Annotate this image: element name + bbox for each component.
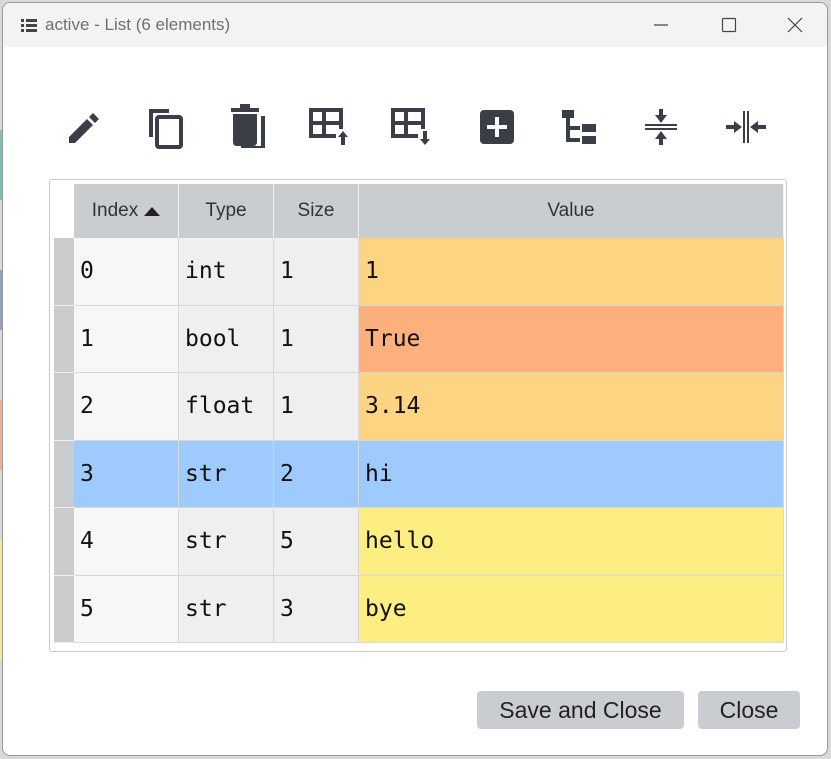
row-header[interactable]: [54, 440, 74, 508]
cell-index[interactable]: 3: [74, 440, 179, 508]
insert-row-below-icon: [391, 108, 432, 147]
close-button[interactable]: Close: [698, 691, 800, 729]
tree-view-button[interactable]: [556, 103, 604, 151]
row-header[interactable]: [54, 373, 74, 441]
row-header[interactable]: [54, 305, 74, 373]
title-bar[interactable]: active - List (6 elements): [3, 3, 827, 47]
cell-type[interactable]: str: [179, 575, 274, 643]
delete-icon: [231, 104, 265, 148]
list-icon: [21, 17, 37, 32]
column-header-type[interactable]: Type: [179, 184, 274, 238]
list-table: Index Type Size Value 0 int 1 1 1 bool 1 True 2 f…: [49, 179, 787, 652]
cell-type[interactable]: bool: [179, 305, 274, 373]
minimize-button[interactable]: [627, 3, 695, 47]
copy-icon: [149, 109, 183, 149]
collapse-vertical-icon: [645, 109, 677, 145]
row-header[interactable]: [54, 238, 74, 306]
cell-type[interactable]: str: [179, 508, 274, 576]
cell-size[interactable]: 1: [274, 373, 359, 441]
row-header[interactable]: [54, 575, 74, 643]
edit-button[interactable]: [59, 103, 107, 151]
maximize-icon: [721, 17, 737, 33]
cell-value[interactable]: True: [359, 305, 784, 373]
column-header-size[interactable]: Size: [274, 184, 359, 238]
save-and-close-button[interactable]: Save and Close: [477, 691, 684, 729]
cell-value[interactable]: hello: [359, 508, 784, 576]
add-button[interactable]: [473, 103, 521, 151]
cell-type[interactable]: int: [179, 238, 274, 306]
insert-above-button[interactable]: [305, 103, 353, 151]
column-header-index[interactable]: Index: [74, 184, 179, 238]
collapse-horizontal-icon: [726, 111, 766, 143]
column-header-label: Size: [297, 200, 335, 221]
cell-type[interactable]: float: [179, 373, 274, 441]
add-icon: [480, 110, 514, 144]
close-icon: [787, 17, 803, 33]
window-title: active - List (6 elements): [45, 15, 231, 34]
delete-button[interactable]: [223, 103, 271, 151]
cell-size[interactable]: 1: [274, 305, 359, 373]
cell-size[interactable]: 1: [274, 238, 359, 306]
copy-button[interactable]: [141, 103, 189, 151]
cell-index[interactable]: 2: [74, 373, 179, 441]
cell-value[interactable]: hi: [359, 440, 784, 508]
cell-size[interactable]: 5: [274, 508, 359, 576]
cell-size[interactable]: 3: [274, 575, 359, 643]
column-header-label: Value: [547, 200, 595, 221]
dialog-window: active - List (6 elements) Index Type Si…: [2, 2, 828, 756]
collapse-horizontal-button[interactable]: [721, 103, 769, 151]
cell-index[interactable]: 5: [74, 575, 179, 643]
cell-type[interactable]: str: [179, 440, 274, 508]
column-header-label: Type: [205, 200, 247, 221]
row-header[interactable]: [54, 508, 74, 576]
column-header-value[interactable]: Value: [359, 184, 784, 238]
sort-ascending-icon: [144, 206, 161, 216]
maximize-button[interactable]: [695, 3, 763, 47]
close-window-button[interactable]: [761, 3, 827, 47]
edit-icon: [69, 113, 99, 143]
insert-row-above-icon: [309, 108, 350, 147]
cell-index[interactable]: 1: [74, 305, 179, 373]
collapse-vertical-button[interactable]: [637, 103, 685, 151]
cell-index[interactable]: 4: [74, 508, 179, 576]
insert-below-button[interactable]: [387, 103, 435, 151]
table-corner: [54, 184, 74, 238]
cell-value[interactable]: 3.14: [359, 373, 784, 441]
column-header-label: Index: [91, 200, 139, 221]
cell-value[interactable]: bye: [359, 575, 784, 643]
tree-view-icon: [562, 110, 596, 144]
cell-index[interactable]: 0: [74, 238, 179, 306]
minimize-icon: [654, 24, 668, 26]
cell-size[interactable]: 2: [274, 440, 359, 508]
cell-value[interactable]: 1: [359, 238, 784, 306]
